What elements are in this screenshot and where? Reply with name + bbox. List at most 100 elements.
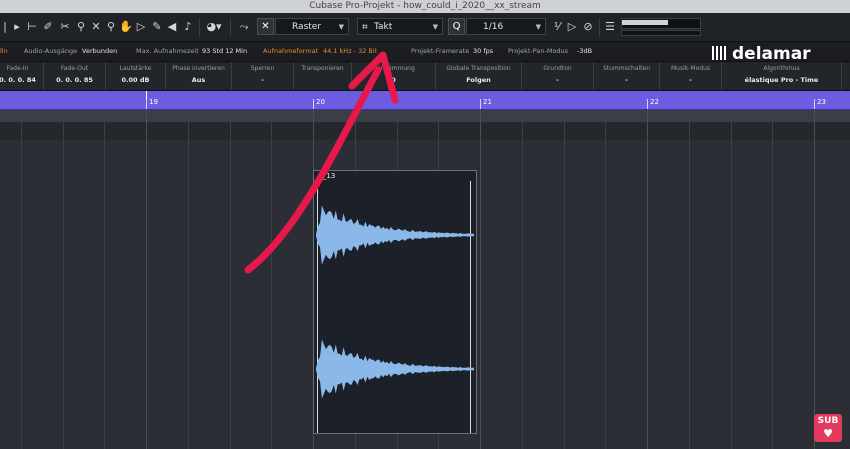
grid-line: [146, 110, 147, 449]
quantize-button[interactable]: Q: [448, 18, 465, 35]
info-cell[interactable]: Lautstärke 0.00 dB: [106, 62, 166, 90]
info-cell-label: Grundton: [543, 65, 572, 72]
info-cell-label: Lautstärke: [119, 65, 152, 72]
hand-tool-icon[interactable]: ✋: [119, 19, 133, 35]
info-cell[interactable]: Fade-In 0. 0. 0. 84: [0, 62, 44, 90]
marker-lane: [0, 122, 850, 140]
timeline-ruler[interactable]: 19 20 21 22 23: [0, 91, 850, 110]
subscribe-badge-text: SUB: [817, 416, 839, 426]
grid-line: [772, 110, 773, 449]
info-cell-label: Feinstimmung: [372, 65, 415, 72]
grid-line: [731, 110, 732, 449]
auto-scroll-icon[interactable]: ⤳: [236, 19, 252, 35]
speaker-tool-icon[interactable]: ◀: [165, 19, 179, 35]
info-cell-label: Transponieren: [301, 65, 344, 72]
info-cell[interactable]: Sperren -: [232, 62, 294, 90]
info-cell[interactable]: Globale Transposition Folgen: [436, 62, 522, 90]
framerate-label: Projekt-Framerate: [411, 47, 470, 55]
info-cell-value[interactable]: -: [522, 76, 593, 84]
grid-line: [63, 110, 64, 449]
audio-event[interactable]: R_13: [313, 170, 477, 434]
info-cell-value[interactable]: -: [232, 76, 293, 84]
toolbar-separator: [599, 18, 600, 36]
info-cell[interactable]: Musik-Modus -: [660, 62, 722, 90]
pan-mode-value[interactable]: -3dB: [577, 42, 592, 61]
ruler-bar-number: 20: [316, 98, 325, 106]
snap-type-value: Raster: [292, 22, 322, 32]
info-cell-value[interactable]: Folgen: [436, 76, 521, 84]
info-cell[interactable]: Transponieren: [294, 62, 352, 90]
info-cell-value[interactable]: 0. 0. 0. 84: [0, 76, 43, 84]
glue-tool-icon[interactable]: ⚲: [74, 19, 88, 35]
info-cell[interactable]: Phase invertieren Aus: [166, 62, 232, 90]
framerate-value[interactable]: 30 fps: [473, 42, 493, 61]
comp-tool-icon[interactable]: ♪: [181, 19, 195, 35]
info-cell-value[interactable]: -: [594, 76, 659, 84]
grid-line: [480, 110, 481, 449]
grid-line: [104, 110, 105, 449]
erase-tool-icon[interactable]: ✐: [41, 19, 55, 35]
play-tool-icon[interactable]: ▷: [134, 19, 148, 35]
color-tool-icon[interactable]: ◕▾: [204, 19, 224, 35]
info-cell-label: Stummschalten: [602, 65, 651, 72]
split-tool-icon[interactable]: ✂: [58, 19, 72, 35]
grid-line: [522, 110, 523, 449]
info-cell-value[interactable]: -: [660, 76, 721, 84]
toolbar-separator: [230, 18, 231, 36]
subscribe-badge[interactable]: SUB ♥: [814, 414, 842, 442]
status-left-edge: lln: [0, 47, 8, 55]
ruler-bar-number: 22: [650, 98, 659, 106]
info-cell-value[interactable]: Aus: [166, 76, 231, 84]
info-cell-label: Sperren: [250, 65, 275, 72]
ruler-bar-number: 21: [483, 98, 492, 106]
select-tool-icon[interactable]: ▸: [10, 19, 24, 35]
list-icon[interactable]: ☰: [603, 19, 617, 35]
ruler-bar-number: 23: [817, 98, 826, 106]
erase-x-tool-icon[interactable]: ✕: [89, 19, 103, 35]
info-cell-value[interactable]: 0.00 dB: [106, 76, 165, 84]
grid-type-select[interactable]: ⌗ Takt ▼: [357, 18, 443, 35]
waveform-lower: [316, 339, 474, 399]
reset-quantize-icon[interactable]: ⊘: [581, 19, 595, 35]
info-cell-label: Musik-Modus: [671, 65, 710, 72]
main-toolbar: | ▸ ⊢ ✐ ✂ ⚲ ✕ ⚲ ✋ ▷ ✎ ◀ ♪ ◕▾ ⤳ ✕ Raster …: [0, 13, 850, 42]
delamar-logo-icon: [712, 46, 728, 60]
info-cell[interactable]: Fade-Out 0. 0. 0. 85: [44, 62, 106, 90]
quantize-select[interactable]: 1/16 ▼: [466, 18, 546, 35]
rec-format-label[interactable]: Aufnahmeformat: [263, 42, 318, 61]
range-tool-icon[interactable]: ⊢: [25, 19, 39, 35]
grid-line: [271, 110, 272, 449]
performance-meter: [621, 18, 701, 29]
audio-out-value: Verbunden: [82, 47, 118, 55]
grid-line: [230, 110, 231, 449]
rec-time-value: 93 Std 12 Min: [202, 47, 248, 55]
grid-icon: ⌗: [362, 22, 368, 33]
range-marker-icon[interactable]: |: [0, 19, 10, 35]
ruler-tick: [313, 99, 314, 109]
zoom-tool-icon[interactable]: ⚲: [104, 19, 118, 35]
info-cell-value[interactable]: 0. 0. 0. 85: [44, 76, 105, 84]
rec-format-value[interactable]: 44.1 kHz - 32 Bit: [323, 42, 377, 61]
ruler-bar-number: 19: [149, 98, 158, 106]
info-cell[interactable]: Stummschalten -: [594, 62, 660, 90]
snap-type-select[interactable]: Raster ▼: [275, 18, 349, 35]
info-cell[interactable]: Algorithmus élastique Pro - Time: [722, 62, 842, 90]
quantize-tool-icon[interactable]: ⅟: [550, 19, 564, 35]
snap-toggle-icon[interactable]: ✕: [257, 18, 274, 35]
audio-out-label: Audio-Ausgänge: [24, 47, 78, 55]
info-cell-label: Algorithmus: [763, 65, 800, 72]
info-cell-value[interactable]: 0: [352, 76, 435, 84]
iterative-quantize-icon[interactable]: ▷: [565, 19, 579, 35]
pan-mode-label: Projekt-Pan-Modus: [508, 47, 569, 55]
ruler-tick: [480, 99, 481, 109]
ruler-tick: [146, 99, 147, 109]
draw-tool-icon[interactable]: ✎: [150, 19, 164, 35]
ruler-subband: [0, 110, 850, 122]
info-cell-label: Phase invertieren: [172, 65, 225, 72]
info-cell-value[interactable]: élastique Pro - Time: [722, 76, 841, 84]
grid-line: [564, 110, 565, 449]
info-cell[interactable]: Grundton -: [522, 62, 594, 90]
info-cell[interactable]: Feinstimmung 0: [352, 62, 436, 90]
info-line: Fade-In 0. 0. 0. 84 Fade-Out 0. 0. 0. 85 Lau…: [0, 62, 850, 91]
disk-meter: [621, 30, 701, 36]
